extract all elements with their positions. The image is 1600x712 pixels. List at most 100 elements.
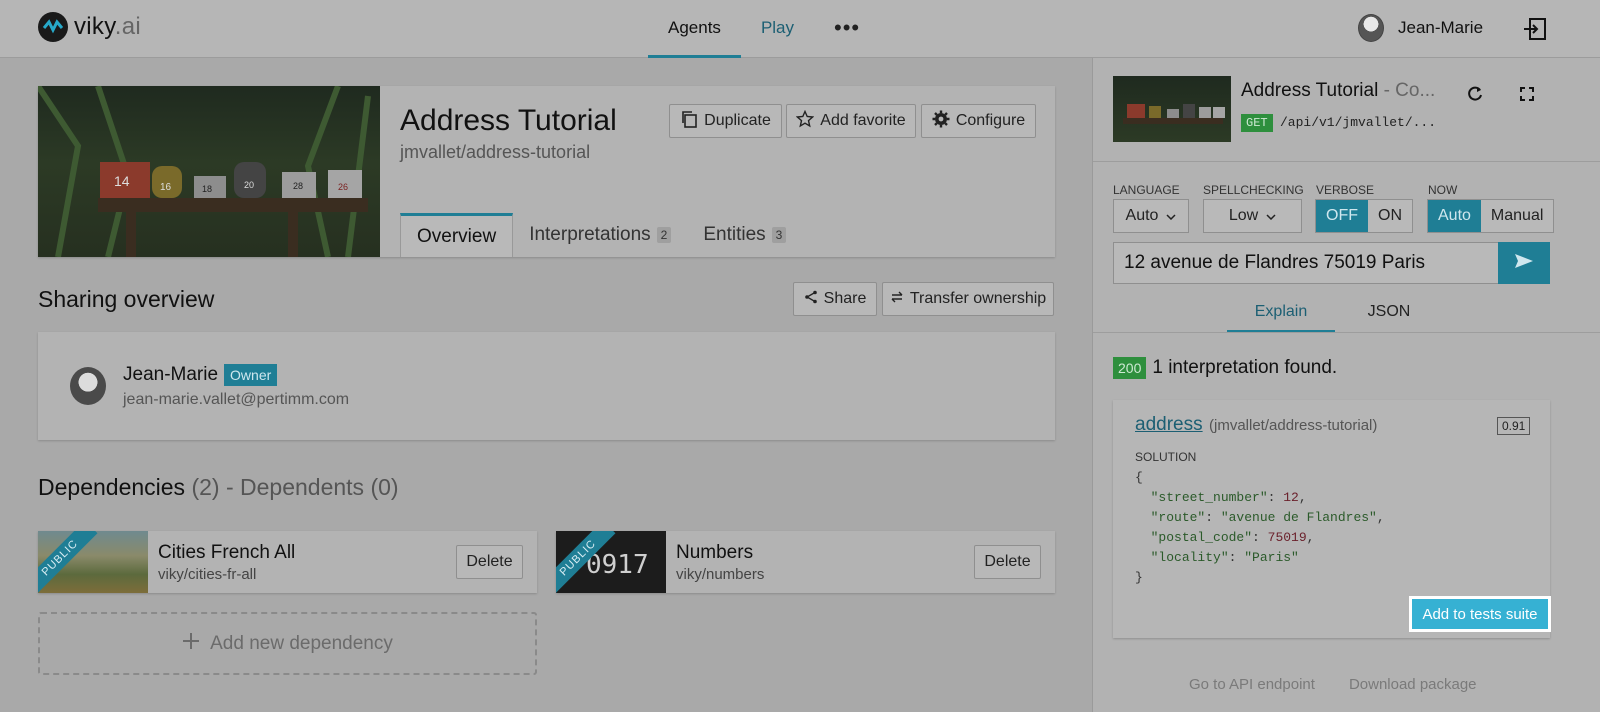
- send-button[interactable]: [1498, 242, 1550, 284]
- add-to-tests-highlight: Add to tests suite: [1409, 596, 1551, 632]
- now-toggle: Auto Manual: [1427, 199, 1555, 233]
- chevron-down-icon: [1166, 207, 1176, 225]
- solution-label: SOLUTION: [1135, 450, 1197, 464]
- playground-agent-thumbnail: [1113, 76, 1231, 142]
- playground-header: Address Tutorial - Co... GET /api/v1/jmv…: [1093, 58, 1600, 162]
- api-endpoint-link[interactable]: Go to API endpoint: [1189, 676, 1315, 693]
- add-favorite-label: Add favorite: [820, 112, 906, 129]
- tab-interpretations[interactable]: Interpretations 2: [513, 213, 687, 257]
- mailbox-number-28: 28: [293, 181, 303, 191]
- agent-header-card: 14 16 18 20 28 26 Address Tutorial jmval…: [38, 86, 1055, 257]
- dependency-slug: viky/numbers: [676, 566, 765, 583]
- tab-overview[interactable]: Overview: [400, 213, 514, 257]
- add-dependency-label: Add new dependency: [210, 632, 393, 654]
- mailbox-number-26: 26: [338, 182, 348, 192]
- tab-entities[interactable]: Entities 3: [687, 213, 802, 257]
- language-label: LANGUAGE: [1113, 183, 1180, 197]
- dependencies-label: Dependencies: [38, 474, 186, 500]
- configure-label: Configure: [955, 112, 1026, 129]
- owner-name: Jean-Marie: [123, 364, 219, 385]
- playground-footer: Go to API endpoint Download package: [1189, 676, 1477, 693]
- add-favorite-button[interactable]: Add favorite: [786, 104, 916, 138]
- delete-dependency-button[interactable]: Delete: [974, 545, 1041, 579]
- duplicate-label: Duplicate: [704, 112, 771, 129]
- postal-code-value: 75019: [1267, 530, 1307, 545]
- agent-cover-image: 14 16 18 20 28 26: [38, 86, 380, 257]
- solution-json: { "street_number": 12, "route": "avenue …: [1135, 470, 1385, 585]
- main-nav: Agents Play •••: [648, 0, 880, 58]
- verbose-on-option[interactable]: ON: [1368, 200, 1412, 232]
- language-select[interactable]: Auto: [1113, 199, 1189, 233]
- share-button[interactable]: Share: [793, 282, 877, 316]
- spellchecking-select[interactable]: Low: [1203, 199, 1302, 233]
- owner-email: jean-marie.vallet@pertimm.com: [123, 391, 350, 408]
- public-ribbon: PUBLIC: [38, 531, 98, 593]
- refresh-icon[interactable]: [1465, 84, 1485, 104]
- logo-mark-icon: [38, 12, 68, 42]
- agent-slug: jmvallet/address-tutorial: [400, 142, 591, 162]
- chevron-down-icon: [1266, 207, 1276, 225]
- send-icon: [1513, 252, 1535, 275]
- interpretation-namespace: (jmvallet/address-tutorial): [1209, 417, 1378, 434]
- tab-explain[interactable]: Explain: [1227, 294, 1335, 332]
- numbers-image-digits: 0917: [586, 550, 649, 580]
- verbose-off-option[interactable]: OFF: [1316, 200, 1368, 232]
- dependency-card[interactable]: PUBLIC Cities French All viky/cities-fr-…: [38, 531, 537, 593]
- dependency-title: Numbers: [676, 542, 754, 563]
- now-label: NOW: [1428, 183, 1458, 197]
- playground-tabs: Explain JSON: [1227, 294, 1443, 332]
- status-code-badge: 200: [1113, 357, 1147, 379]
- plus-icon: [182, 632, 200, 656]
- download-package-link[interactable]: Download package: [1349, 676, 1477, 693]
- owner-badge: Owner: [224, 364, 278, 386]
- star-icon: [796, 109, 815, 133]
- spellchecking-value: Low: [1228, 207, 1259, 224]
- tab-entities-label: Entities: [703, 224, 766, 245]
- query-input[interactable]: 12 avenue de Flandres 75019 Paris: [1113, 242, 1499, 284]
- delete-dependency-button[interactable]: Delete: [456, 545, 523, 579]
- more-menu-icon[interactable]: •••: [814, 0, 880, 58]
- tab-interpretations-label: Interpretations: [529, 224, 651, 245]
- verbose-label: VERBOSE: [1316, 183, 1375, 197]
- logout-icon[interactable]: [1522, 16, 1548, 42]
- top-navbar: viky.ai Agents Play ••• Jean-Marie: [0, 0, 1600, 58]
- nav-tab-play[interactable]: Play: [741, 0, 814, 58]
- interpretations-count: 2: [656, 227, 672, 243]
- now-manual-option[interactable]: Manual: [1480, 200, 1554, 232]
- transfer-ownership-button[interactable]: Transfer ownership: [882, 282, 1054, 316]
- add-to-tests-button[interactable]: Add to tests suite: [1412, 599, 1548, 629]
- duplicate-button[interactable]: Duplicate: [669, 104, 782, 138]
- share-label: Share: [823, 290, 867, 307]
- mailbox-number-20: 20: [244, 180, 254, 190]
- tab-overview-label: Overview: [417, 225, 497, 247]
- user-name: Jean-Marie: [1398, 18, 1484, 37]
- swap-icon: [890, 290, 904, 309]
- endpoint-url: /api/v1/jmvallet/...: [1280, 115, 1437, 130]
- street-number-value: 12: [1283, 490, 1299, 505]
- agent-tabs: Overview Interpretations 2 Entities 3: [400, 213, 802, 257]
- dependency-image: 0917 PUBLIC: [556, 531, 666, 593]
- score-badge: 0.91: [1497, 417, 1531, 435]
- nav-tab-agents[interactable]: Agents: [648, 0, 741, 58]
- entities-count: 3: [771, 227, 787, 243]
- interpretation-link[interactable]: address: [1135, 414, 1203, 436]
- dependents-count: (0): [370, 474, 399, 500]
- owner-card: Jean-Marie Owner jean-marie.vallet@perti…: [38, 332, 1055, 440]
- dependency-card[interactable]: 0917 PUBLIC Numbers viky/numbers Delete: [556, 531, 1055, 593]
- add-dependency-button[interactable]: Add new dependency: [38, 612, 537, 675]
- app-logo[interactable]: viky.ai: [38, 12, 141, 42]
- now-auto-option[interactable]: Auto: [1428, 200, 1481, 232]
- user-menu[interactable]: Jean-Marie: [1358, 14, 1483, 42]
- dependency-title: Cities French All: [158, 542, 296, 563]
- share-icon: [804, 290, 818, 309]
- configure-button[interactable]: Configure: [921, 104, 1036, 138]
- mailbox-number-14: 14: [114, 173, 130, 189]
- gear-icon: [932, 110, 950, 133]
- expand-icon[interactable]: [1517, 84, 1537, 104]
- dependencies-count: (2): [191, 474, 220, 500]
- tabs-divider: [1093, 332, 1600, 333]
- copy-icon: [680, 110, 698, 133]
- dependents-label: - Dependents: [225, 474, 365, 500]
- tab-json[interactable]: JSON: [1335, 294, 1443, 332]
- result-status: 200 1 interpretation found.: [1113, 357, 1337, 379]
